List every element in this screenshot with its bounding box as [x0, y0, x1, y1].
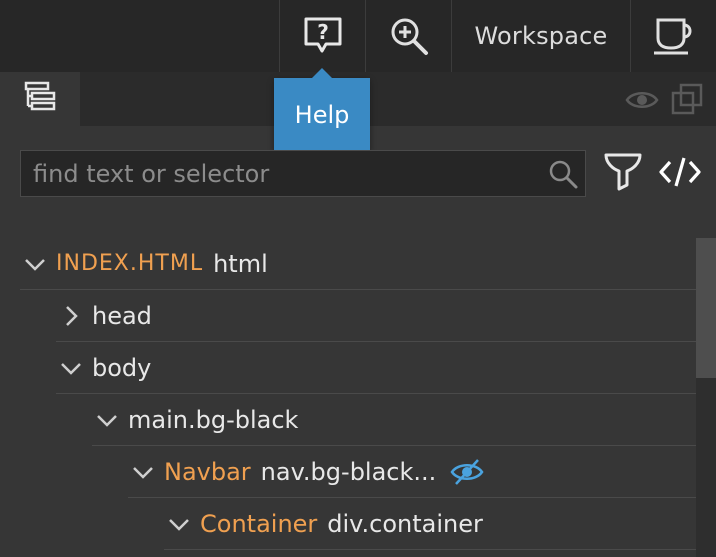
- filter-button[interactable]: [600, 151, 646, 197]
- funnel-icon: [603, 151, 643, 197]
- coffee-cup-icon: [652, 16, 696, 56]
- code-icon: [658, 154, 702, 194]
- tree-row-head[interactable]: head: [56, 290, 696, 342]
- hidden-eye-icon[interactable]: [450, 458, 484, 486]
- tree-structure-icon: [23, 80, 57, 118]
- duplicate-button[interactable]: [668, 82, 706, 120]
- duplicate-icon: [670, 82, 704, 120]
- chevron-down-icon[interactable]: [56, 353, 86, 383]
- chevron-down-icon[interactable]: [128, 457, 158, 487]
- tree-row-html[interactable]: INDEX.HTML html: [20, 238, 696, 290]
- coffee-button[interactable]: [631, 0, 716, 72]
- chevron-down-icon[interactable]: [164, 509, 194, 539]
- help-bubble-icon: ?: [302, 16, 344, 56]
- top-toolbar: ? Workspace: [0, 0, 716, 72]
- tree-row-label: div.container: [327, 509, 483, 538]
- tree-row-label: html: [213, 249, 268, 278]
- tab-element-tree[interactable]: [0, 72, 80, 126]
- search-box: [20, 150, 586, 197]
- tree-row-label: main.bg-black: [128, 405, 299, 434]
- zoom-button[interactable]: [366, 0, 451, 72]
- tooltip-text: Help: [294, 101, 350, 129]
- tree-row-body[interactable]: body: [56, 342, 696, 394]
- chevron-down-icon[interactable]: [92, 405, 122, 435]
- file-name: INDEX.HTML: [56, 251, 204, 276]
- tree-row-navbar[interactable]: Navbar nav.bg-black...: [128, 446, 696, 498]
- tree-row-container[interactable]: Container div.container: [164, 498, 696, 550]
- zoom-in-icon: [388, 15, 430, 57]
- help-button[interactable]: ?: [280, 0, 365, 72]
- search-icon: [541, 158, 585, 190]
- tree-row-label: nav.bg-black...: [260, 457, 437, 486]
- help-tooltip: Help: [274, 68, 370, 152]
- workspace-button[interactable]: Workspace: [452, 0, 630, 72]
- component-name: Navbar: [164, 457, 251, 486]
- scrollbar-thumb[interactable]: [696, 238, 716, 378]
- tree-row-main[interactable]: main.bg-black: [92, 394, 696, 446]
- search-input[interactable]: [21, 159, 541, 188]
- tree-row-label: head: [92, 301, 152, 330]
- chevron-right-icon[interactable]: [56, 301, 86, 331]
- tree-scrollbar[interactable]: [696, 238, 716, 557]
- svg-text:?: ?: [317, 20, 329, 44]
- eye-icon: [625, 89, 659, 115]
- visibility-toggle[interactable]: [624, 84, 660, 120]
- workspace-label: Workspace: [474, 22, 608, 50]
- code-view-button[interactable]: [656, 151, 704, 197]
- tree-row-label: body: [92, 353, 152, 382]
- component-name: Container: [200, 509, 318, 538]
- chevron-down-icon[interactable]: [20, 249, 50, 279]
